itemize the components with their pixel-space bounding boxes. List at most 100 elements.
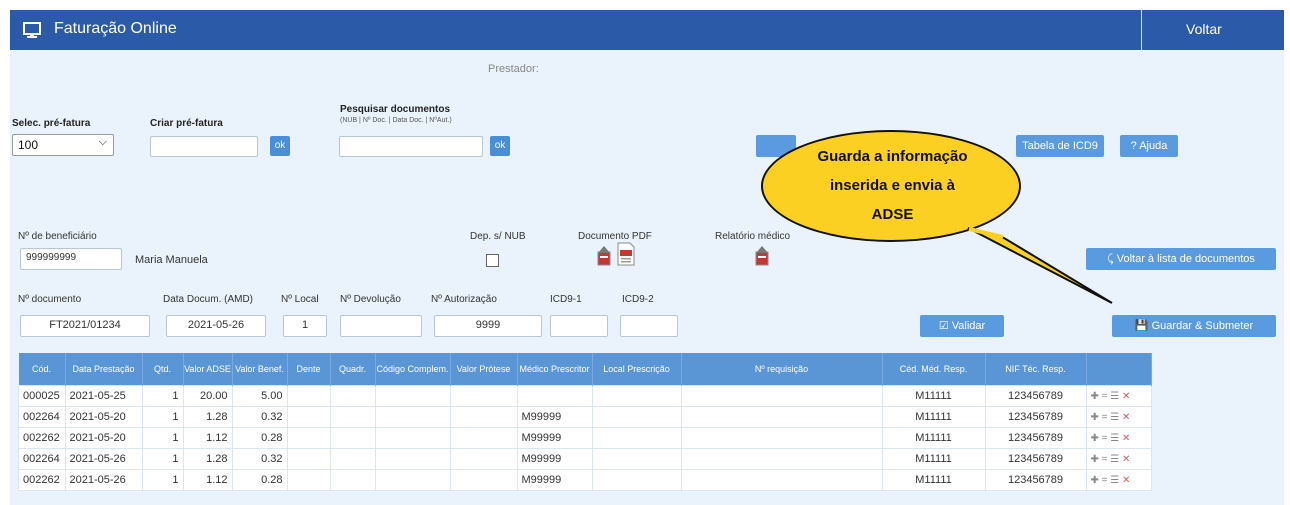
table-cell <box>329 385 376 407</box>
edit-icon[interactable]: = <box>1102 454 1111 465</box>
data-docum-input[interactable]: 2021-05-26 <box>166 315 266 337</box>
add-icon[interactable]: ✚ <box>1091 433 1102 444</box>
table-cell: 123456789 <box>984 469 1087 491</box>
criar-prefatura-input[interactable] <box>150 136 258 157</box>
ajuda-button[interactable]: ? Ajuda <box>1120 135 1178 157</box>
table-cell: 123456789 <box>984 448 1087 470</box>
local-input[interactable]: 1 <box>283 315 327 337</box>
table-cell: 5.00 <box>231 385 288 407</box>
table-row[interactable]: 002264 2021-05-20 1 1.28 0.32 M99999 M11111 123… <box>18 406 1152 428</box>
column-header: Céd. Méd. Resp. <box>882 353 986 386</box>
table-row[interactable]: 002264 2021-05-26 1 1.28 0.32 M99999 M11111 123… <box>18 448 1152 470</box>
selec-prefatura-select[interactable]: 100 ⌵ <box>12 134 114 156</box>
edit-icon[interactable]: = <box>1102 391 1111 402</box>
selec-prefatura-value: 100 <box>18 138 39 152</box>
table-cell: 123456789 <box>984 385 1087 407</box>
dep-nub-label: Dep. s/ NUB <box>470 231 526 242</box>
table-cell <box>516 385 593 407</box>
edit-icon[interactable]: = <box>1102 433 1111 444</box>
delete-icon[interactable]: ✕ <box>1122 412 1130 423</box>
table-cell <box>449 427 518 449</box>
column-header: Código Complem. <box>375 353 451 386</box>
delete-icon[interactable]: ✕ <box>1122 433 1130 444</box>
table-row[interactable]: 002262 2021-05-26 1 1.12 0.28 M99999 M11111 123… <box>18 469 1152 491</box>
beneficiario-label: Nº de beneficiário <box>18 231 97 242</box>
table-cell <box>680 469 883 491</box>
row-actions: ✚ = ☰ ✕ <box>1085 406 1152 428</box>
add-icon[interactable]: ✚ <box>1091 454 1102 465</box>
table-cell <box>374 469 451 491</box>
table-row[interactable]: 002262 2021-05-20 1 1.12 0.28 M99999 M11111 123… <box>18 427 1152 449</box>
list-icon[interactable]: ☰ <box>1110 412 1122 423</box>
table-cell: 20.00 <box>182 385 233 407</box>
devolucao-input[interactable] <box>340 315 422 337</box>
delete-icon[interactable]: ✕ <box>1122 454 1130 465</box>
tabela-icd9-button[interactable]: Tabela de ICD9 <box>1016 135 1104 157</box>
table-cell: 002262 <box>18 469 66 491</box>
data-docum-label: Data Docum. (AMD) <box>163 294 254 305</box>
guardar-submeter-button[interactable]: 💾 Guardar & Submeter <box>1112 315 1276 337</box>
callout-text: Guarda a informação inserida e envia à A… <box>770 142 1015 229</box>
criar-ok-button[interactable]: ok <box>270 136 290 156</box>
table-cell: 1.12 <box>182 427 233 449</box>
column-header: Cód. <box>18 353 66 386</box>
table-cell: M11111 <box>881 385 986 407</box>
relatorio-medico-label: Relatório médico <box>715 231 791 242</box>
table-cell: 002264 <box>18 406 66 428</box>
list-icon[interactable]: ☰ <box>1110 475 1122 486</box>
list-icon[interactable]: ☰ <box>1110 433 1122 444</box>
icd9-1-input[interactable] <box>550 315 608 337</box>
icd9-2-input[interactable] <box>620 315 678 337</box>
delete-icon[interactable]: ✕ <box>1122 475 1130 486</box>
table-cell <box>591 385 682 407</box>
table-cell: 000025 <box>18 385 66 407</box>
edit-icon[interactable]: = <box>1102 475 1111 486</box>
voltar-lista-button[interactable]: ⤹ Voltar à lista de documentos <box>1086 248 1276 270</box>
delete-icon[interactable]: ✕ <box>1122 391 1130 402</box>
pesquisar-subtitle: (NUB | Nº Doc. | Data Doc. | NºAut.) <box>340 117 452 124</box>
table-cell <box>374 427 451 449</box>
back-button[interactable]: Voltar <box>1186 21 1222 37</box>
save-icon: 💾 <box>1134 320 1149 332</box>
column-header <box>1086 353 1152 386</box>
table-row[interactable]: 000025 2021-05-25 1 20.00 5.00 M11111 12345678… <box>18 385 1152 407</box>
upload-pdf-icon[interactable] <box>596 246 612 271</box>
pesquisar-ok-button[interactable]: ok <box>490 136 510 156</box>
add-icon[interactable]: ✚ <box>1091 475 1102 486</box>
table-cell <box>329 427 376 449</box>
dep-nub-checkbox[interactable] <box>486 254 499 267</box>
table-cell: 2021-05-20 <box>64 406 143 428</box>
row-actions: ✚ = ☰ ✕ <box>1085 469 1152 491</box>
beneficiario-input[interactable]: 999999999 <box>20 248 122 270</box>
table-cell: 002264 <box>18 448 66 470</box>
upload-relatorio-icon[interactable] <box>754 246 770 271</box>
table-cell: M11111 <box>881 469 986 491</box>
table-header-row: Cód. Data Prestação Qtd. Valor ADSE Valor Be… <box>18 353 1152 386</box>
add-icon[interactable]: ✚ <box>1091 391 1102 402</box>
column-header: Valor Benef. <box>232 353 288 386</box>
table-cell: 2021-05-26 <box>64 469 143 491</box>
table-cell <box>591 469 682 491</box>
column-header: Data Prestação <box>65 353 143 386</box>
table-cell <box>374 406 451 428</box>
table-cell: 0.28 <box>231 427 288 449</box>
table-cell <box>449 406 518 428</box>
validar-button[interactable]: ☑ Validar <box>920 315 1004 337</box>
column-header: Valor Prótese <box>450 353 518 386</box>
add-icon[interactable]: ✚ <box>1091 412 1102 423</box>
edit-icon[interactable]: = <box>1102 412 1111 423</box>
table-cell: 123456789 <box>984 406 1087 428</box>
table-cell <box>680 427 883 449</box>
table-cell: 1 <box>141 469 184 491</box>
autorizacao-input[interactable]: 9999 <box>434 315 542 337</box>
pesquisar-input[interactable] <box>339 136 483 157</box>
pdf-file-icon[interactable] <box>616 242 636 271</box>
list-icon[interactable]: ☰ <box>1110 391 1122 402</box>
table-cell <box>374 385 451 407</box>
pesquisar-label: Pesquisar documentos <box>340 104 451 115</box>
list-icon[interactable]: ☰ <box>1110 454 1122 465</box>
documento-input[interactable]: FT2021/01234 <box>20 315 150 337</box>
table-cell: 1 <box>141 406 184 428</box>
selec-prefatura-label: Selec. pré-fatura <box>12 118 91 129</box>
validar-label: Validar <box>951 320 986 332</box>
